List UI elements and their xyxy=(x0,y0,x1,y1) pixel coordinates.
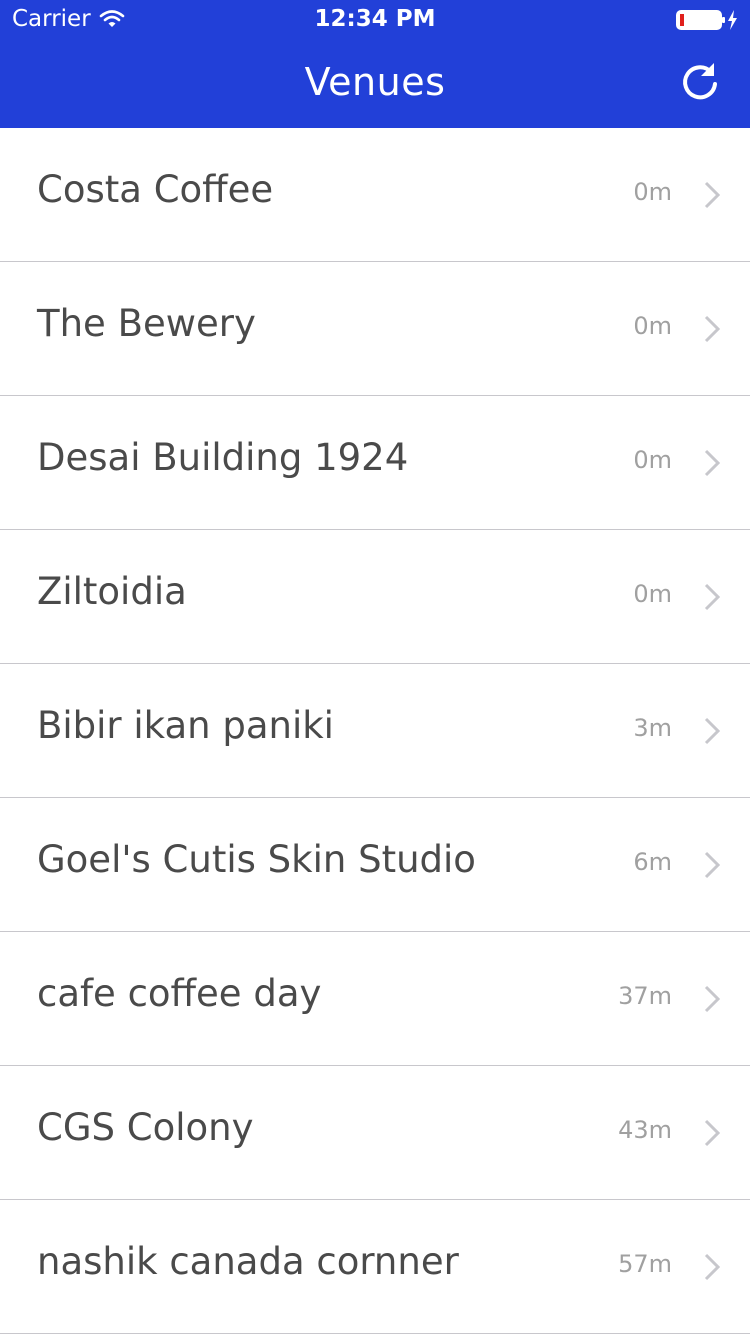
venue-row[interactable]: The Bewery 0m xyxy=(0,262,750,396)
venue-name: Desai Building 1924 xyxy=(37,436,409,479)
venue-distance: 3m xyxy=(633,714,672,742)
venue-distance: 0m xyxy=(633,446,672,474)
venue-row[interactable]: Desai Building 1924 0m xyxy=(0,396,750,530)
page-title: Venues xyxy=(304,60,446,104)
venue-distance: 37m xyxy=(618,982,672,1010)
chevron-right-icon xyxy=(704,315,720,343)
navigation-bar: Venues xyxy=(0,40,750,128)
venue-name: cafe coffee day xyxy=(37,972,322,1015)
status-bar: Carrier 12:34 PM xyxy=(0,0,750,40)
chevron-right-icon xyxy=(704,1119,720,1147)
venue-distance: 0m xyxy=(633,312,672,340)
venue-row[interactable]: Goel's Cutis Skin Studio 6m xyxy=(0,798,750,932)
venue-name: Bibir ikan paniki xyxy=(37,704,334,747)
venue-name: Goel's Cutis Skin Studio xyxy=(37,838,476,881)
venue-name: nashik canada cornner xyxy=(37,1240,459,1283)
venue-distance: 43m xyxy=(618,1116,672,1144)
chevron-right-icon xyxy=(704,851,720,879)
venue-row[interactable]: Ziltoidia 0m xyxy=(0,530,750,664)
chevron-right-icon xyxy=(704,583,720,611)
venue-row[interactable]: nashik canada cornner 57m xyxy=(0,1200,750,1334)
venue-name: Costa Coffee xyxy=(37,168,274,211)
refresh-icon[interactable] xyxy=(678,60,722,104)
venue-name: The Bewery xyxy=(37,302,256,345)
status-time: 12:34 PM xyxy=(314,6,436,32)
chevron-right-icon xyxy=(704,985,720,1013)
venue-distance: 0m xyxy=(633,178,672,206)
venue-row[interactable]: Costa Coffee 0m xyxy=(0,128,750,262)
venue-distance: 57m xyxy=(618,1250,672,1278)
chevron-right-icon xyxy=(704,181,720,209)
venue-row[interactable]: CGS Colony 43m xyxy=(0,1066,750,1200)
battery-charging-icon xyxy=(676,10,737,30)
chevron-right-icon xyxy=(704,449,720,477)
venue-row[interactable]: cafe coffee day 37m xyxy=(0,932,750,1066)
venue-distance: 0m xyxy=(633,580,672,608)
venue-distance: 6m xyxy=(633,848,672,876)
venue-row[interactable]: Bibir ikan paniki 3m xyxy=(0,664,750,798)
chevron-right-icon xyxy=(704,717,720,745)
venue-list: Costa Coffee 0m The Bewery 0m Desai Building… xyxy=(0,128,750,1334)
chevron-right-icon xyxy=(704,1253,720,1281)
venue-name: Ziltoidia xyxy=(37,570,187,613)
venue-name: CGS Colony xyxy=(37,1106,254,1149)
